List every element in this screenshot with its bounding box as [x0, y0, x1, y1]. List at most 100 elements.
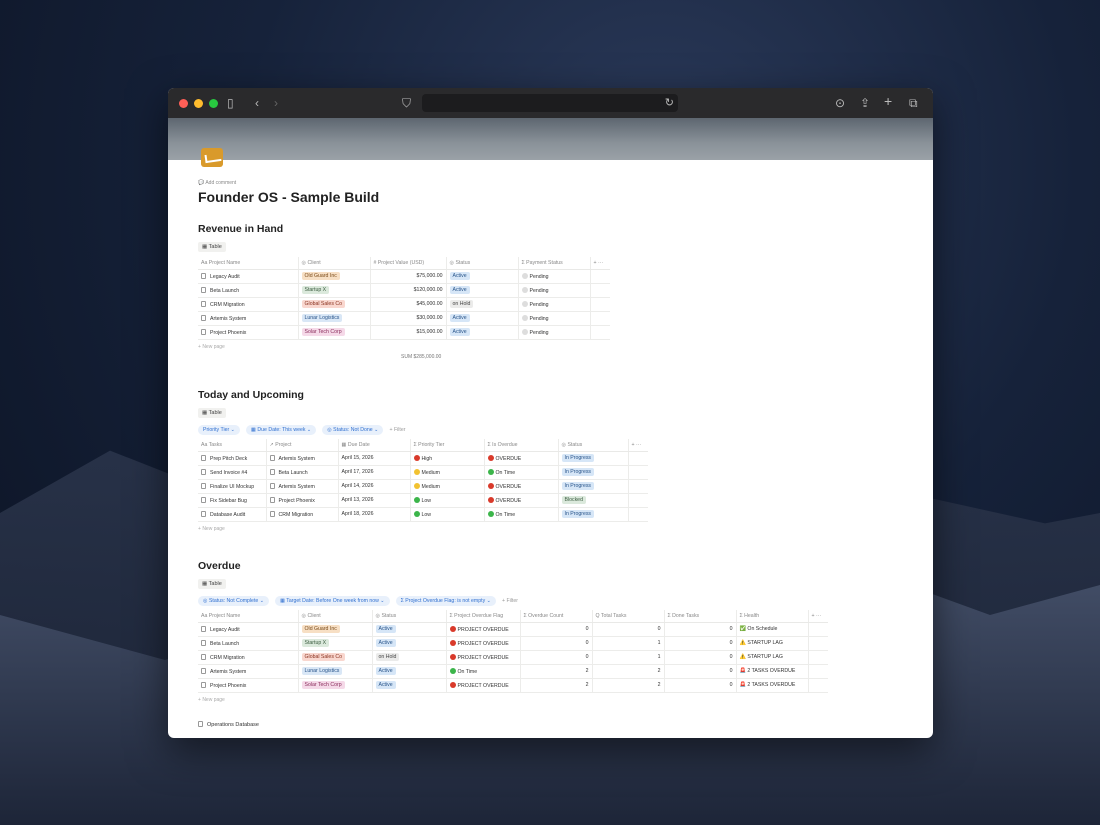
table-row[interactable]: CRM Migration Global Sales Co on Hold PROJE… — [198, 650, 828, 665]
filter-chip[interactable]: Priority Tier ⌄ — [198, 425, 241, 435]
overdue-new-page-button[interactable]: + New page — [198, 697, 928, 703]
column-header[interactable]: Σ Priority Tier — [409, 439, 484, 452]
status-cell[interactable]: Active — [371, 678, 446, 693]
project-name-cell[interactable]: CRM Migration — [198, 650, 298, 665]
project-name-cell[interactable]: CRM Migration — [198, 297, 298, 312]
client-tag[interactable]: Startup X — [301, 639, 330, 647]
status-tag[interactable]: on Hold — [449, 300, 474, 308]
status-tag[interactable]: In Progress — [561, 454, 595, 462]
due-date-cell[interactable]: April 15, 2026 — [337, 451, 410, 466]
status-cell[interactable]: In Progress — [557, 507, 628, 522]
filter-chip[interactable]: Σ Project Overdue Flag: is not empty ⌄ — [395, 596, 496, 606]
column-header[interactable]: ◎ Status — [371, 610, 446, 623]
status-cell[interactable]: In Progress — [557, 479, 628, 494]
project-cell[interactable]: Artemis System — [265, 479, 338, 494]
status-tag[interactable]: Active — [375, 667, 396, 675]
row-title[interactable]: Prep Pitch Deck — [210, 456, 247, 462]
row-title[interactable]: Project Phoenix — [210, 330, 246, 336]
add-comment-button[interactable]: 💬 Add comment — [198, 180, 236, 186]
project-name-cell[interactable]: Beta Launch — [198, 283, 298, 298]
row-title[interactable]: Legacy Audit — [210, 274, 240, 280]
due-date-cell[interactable]: April 14, 2026 — [337, 479, 410, 494]
table-row[interactable]: Artemis System Lunar Logistics $30,000.00 A… — [198, 311, 610, 326]
column-header[interactable]: Aa Project Name — [198, 257, 298, 270]
client-cell[interactable]: Global Sales Co — [297, 297, 370, 312]
row-title[interactable]: Finalize UI Mockup — [210, 484, 254, 490]
column-header[interactable]: Q Total Tasks — [591, 610, 664, 623]
client-cell[interactable]: Lunar Logistics — [297, 664, 372, 679]
row-title[interactable]: Artemis System — [210, 669, 246, 675]
client-cell[interactable]: Solar Tech Corp — [297, 325, 370, 340]
task-cell[interactable]: Database Audit — [198, 507, 266, 522]
row-title[interactable]: Beta Launch — [210, 641, 239, 647]
column-header[interactable]: Σ Project Overdue Flag — [445, 610, 520, 623]
client-cell[interactable]: Startup X — [297, 283, 370, 298]
project-cell[interactable]: Beta Launch — [265, 465, 338, 480]
new-tab-icon[interactable]: + — [884, 94, 892, 108]
client-tag[interactable]: Global Sales Co — [301, 653, 345, 661]
address-bar[interactable]: ↻ — [422, 94, 678, 112]
filter-chip[interactable]: ▦ Due Date: This week ⌄ — [246, 425, 317, 435]
row-title[interactable]: Send Invoice #4 — [210, 470, 247, 476]
status-tag[interactable]: In Progress — [561, 468, 595, 476]
project-name-cell[interactable]: Artemis System — [198, 311, 298, 326]
page-emoji-icon[interactable] — [201, 148, 223, 167]
column-header[interactable]: ▦ Due Date — [337, 439, 410, 452]
status-tag[interactable]: In Progress — [561, 510, 595, 518]
row-title[interactable]: Project Phoenix — [279, 498, 315, 504]
table-row[interactable]: Beta Launch Startup X Active PROJECT OVERDU… — [198, 636, 828, 651]
upcoming-table-view-tab[interactable]: ▦ Table — [198, 408, 226, 418]
privacy-shield-icon[interactable]: ⛉ — [402, 96, 411, 110]
table-row[interactable]: Database Audit CRM Migration April 18, 202… — [198, 507, 648, 522]
column-header[interactable]: + ··· — [589, 257, 610, 270]
status-cell[interactable]: Active — [445, 311, 518, 326]
client-tag[interactable]: Startup X — [301, 286, 330, 294]
status-cell[interactable]: In Progress — [557, 451, 628, 466]
client-tag[interactable]: Old Guard Inc — [301, 272, 340, 280]
status-cell[interactable]: on Hold — [445, 297, 518, 312]
table-row[interactable]: Send Invoice #4 Beta Launch April 17, 2026… — [198, 465, 648, 480]
client-tag[interactable]: Solar Tech Corp — [301, 681, 345, 689]
status-tag[interactable]: Blocked — [561, 496, 586, 504]
revenue-table-view-tab[interactable]: ▦ Table — [198, 242, 226, 252]
row-title[interactable]: Project Phoenix — [210, 683, 246, 689]
revenue-new-page-button[interactable]: + New page — [198, 344, 928, 350]
client-tag[interactable]: Global Sales Co — [301, 300, 345, 308]
project-name-cell[interactable]: Artemis System — [198, 664, 298, 679]
due-date-cell[interactable]: April 17, 2026 — [337, 465, 410, 480]
status-cell[interactable]: Active — [445, 269, 518, 284]
client-cell[interactable]: Old Guard Inc — [297, 622, 372, 637]
status-tag[interactable]: Active — [449, 286, 470, 294]
minimize-window-button[interactable] — [194, 98, 203, 108]
client-tag[interactable]: Solar Tech Corp — [301, 328, 345, 336]
client-cell[interactable]: Old Guard Inc — [297, 269, 370, 284]
operations-database-link[interactable]: Operations Database — [198, 721, 259, 728]
row-title[interactable]: Database Audit — [210, 512, 245, 518]
column-header[interactable]: ◎ Status — [445, 257, 518, 270]
close-window-button[interactable] — [179, 98, 188, 108]
client-cell[interactable]: Global Sales Co — [297, 650, 372, 665]
column-header[interactable]: Aa Tasks — [198, 439, 266, 452]
row-title[interactable]: CRM Migration — [279, 512, 314, 518]
add-filter-button[interactable]: + Filter — [389, 427, 405, 433]
table-row[interactable]: Artemis System Lunar Logistics Active On Ti… — [198, 664, 828, 679]
table-row[interactable]: Prep Pitch Deck Artemis System April 15, 2… — [198, 451, 648, 466]
filter-chip[interactable]: ◎ Status: Not Complete ⌄ — [198, 596, 270, 606]
status-tag[interactable]: Active — [375, 639, 396, 647]
project-name-cell[interactable]: Legacy Audit — [198, 269, 298, 284]
row-title[interactable]: Artemis System — [279, 484, 315, 490]
status-tag[interactable]: In Progress — [561, 482, 595, 490]
project-value-cell[interactable]: $75,000.00 — [369, 269, 446, 284]
project-value-cell[interactable]: $45,000.00 — [369, 297, 446, 312]
reload-icon[interactable]: ↻ — [665, 96, 674, 109]
status-tag[interactable]: Active — [449, 328, 470, 336]
due-date-cell[interactable]: April 18, 2026 — [337, 507, 410, 522]
project-cell[interactable]: CRM Migration — [265, 507, 338, 522]
filter-chip[interactable]: ◎ Status: Not Done ⌄ — [322, 425, 384, 435]
status-cell[interactable]: Active — [371, 664, 446, 679]
client-cell[interactable]: Solar Tech Corp — [297, 678, 372, 693]
project-cell[interactable]: Artemis System — [265, 451, 338, 466]
column-header[interactable]: + ··· — [627, 439, 648, 452]
row-title[interactable]: Artemis System — [210, 316, 246, 322]
project-value-cell[interactable]: $15,000.00 — [369, 325, 446, 340]
